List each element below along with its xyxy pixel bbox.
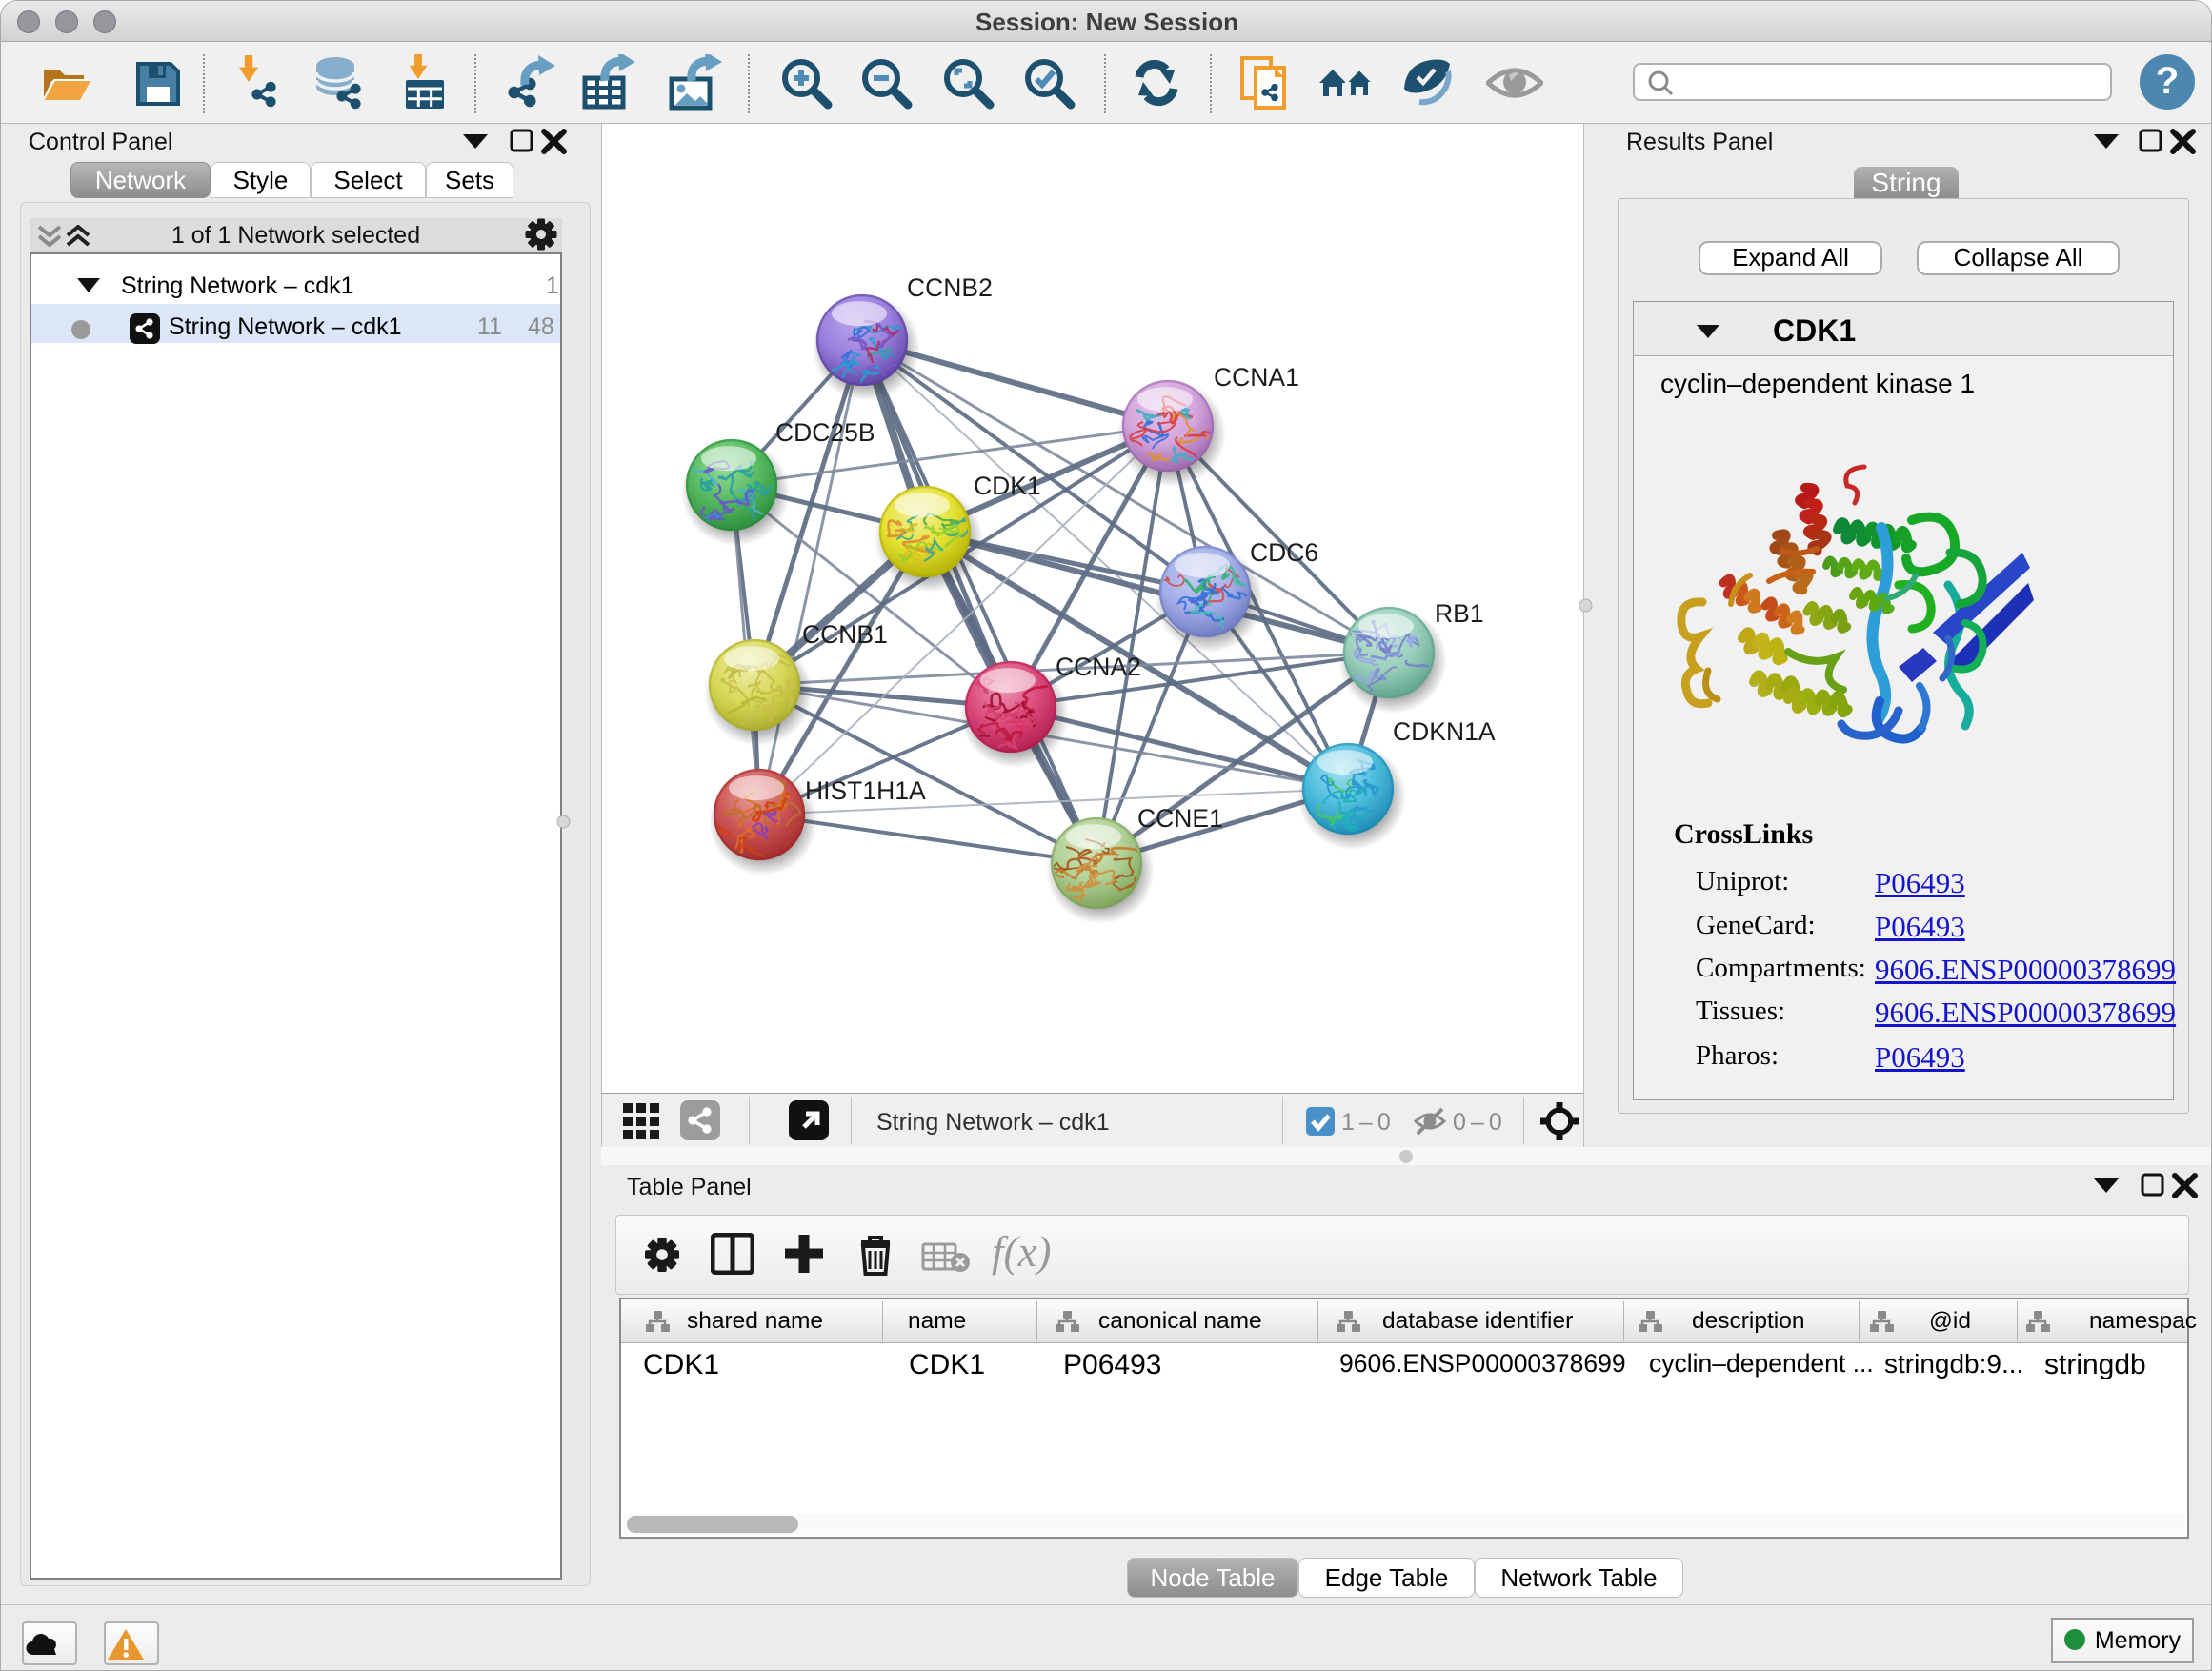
- svg-text:RB1: RB1: [1435, 599, 1484, 628]
- svg-text:CCNB1: CCNB1: [802, 620, 888, 649]
- svg-text:CDK1: CDK1: [974, 472, 1041, 500]
- svg-text:HIST1H1A: HIST1H1A: [805, 776, 926, 805]
- svg-text:CCNB2: CCNB2: [907, 273, 993, 302]
- svg-text:CCNA1: CCNA1: [1214, 363, 1299, 392]
- svg-text:CDC25B: CDC25B: [775, 418, 875, 447]
- svg-text:CDKN1A: CDKN1A: [1393, 717, 1496, 746]
- svg-text:CDC6: CDC6: [1250, 538, 1318, 567]
- svg-text:CCNE1: CCNE1: [1137, 804, 1223, 833]
- svg-text:CCNA2: CCNA2: [1056, 653, 1141, 681]
